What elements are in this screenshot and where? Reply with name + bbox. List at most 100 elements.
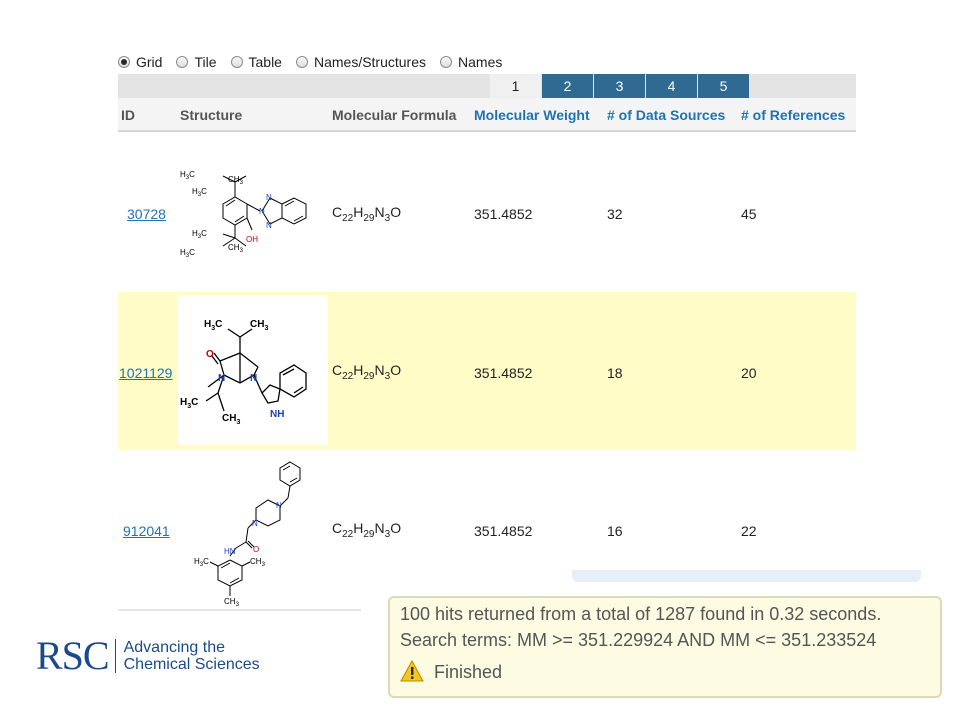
pager: 1 2 3 4 5 [118, 74, 856, 98]
references-count: 22 [741, 523, 757, 539]
svg-text:CH3: CH3 [250, 557, 266, 568]
svg-text:H3C: H3C [192, 187, 207, 198]
molecular-weight: 351.4852 [474, 206, 533, 222]
atom-label: N [259, 207, 265, 216]
atom-label: N [276, 501, 282, 510]
record-id-link[interactable]: 30728 [127, 206, 166, 222]
record-id-link[interactable]: 1021129 [119, 365, 172, 381]
view-option-label: Table [248, 54, 282, 70]
page-1-button[interactable]: 1 [490, 74, 541, 98]
svg-text:CH3: CH3 [224, 597, 240, 608]
table-bottom-border [118, 609, 361, 611]
structure-image[interactable]: N N HN O H3C CH3 CH3 [188, 456, 318, 608]
atom-label: 3 [264, 325, 268, 332]
atom-label: NH [270, 409, 284, 420]
view-option-tile[interactable]: Tile [176, 54, 217, 70]
atom-label: N [252, 519, 258, 528]
molecular-formula: C22H29N3O [332, 520, 401, 540]
atom-label: C [203, 557, 209, 566]
svg-text:H3C: H3C [194, 557, 209, 568]
structure-image[interactable]: H3C CH3 H3C H3C CH3 H3C OH N N N [178, 164, 328, 264]
atom-label: C [189, 170, 195, 179]
atom-label: O [206, 349, 214, 360]
page-4-button[interactable]: 4 [646, 74, 697, 98]
radio-names[interactable] [440, 56, 453, 68]
references-count: 20 [741, 365, 757, 381]
view-option-table[interactable]: Table [230, 54, 282, 70]
table-row: 30728 H3C CH3 H3C H3C CH3 H3C OH N N N C… [118, 134, 856, 292]
atom-label: 3 [240, 180, 244, 186]
view-options: Grid Tile Table Names/Structures Names [118, 53, 516, 71]
formula-part: O [390, 520, 402, 536]
formula-part: C [332, 362, 343, 378]
formula-part: 22 [342, 371, 354, 382]
rsc-logo-divider [114, 639, 116, 673]
header-id: ID [121, 107, 135, 123]
record-id-link[interactable]: 912041 [123, 523, 170, 539]
page-2-button[interactable]: 2 [542, 74, 593, 98]
table-row: 912041 N N HN O H3C CH3 CH3 C22H29N3O 35… [118, 450, 856, 608]
formula-part: 22 [342, 529, 354, 540]
formula-part: H [353, 362, 364, 378]
formula-part: 29 [363, 213, 375, 224]
atom-label: C [189, 248, 195, 257]
atom-label: C [191, 397, 198, 408]
rsc-tagline-2: Chemical Sciences [123, 656, 260, 673]
data-sources-count: 32 [607, 206, 623, 222]
scroll-strip[interactable] [572, 570, 921, 582]
atom-label: OH [246, 235, 258, 244]
formula-part: N [374, 520, 385, 536]
atom-label: N [250, 373, 257, 384]
data-sources-count: 16 [607, 523, 623, 539]
formula-part: 29 [363, 371, 375, 382]
molecular-formula: C22H29N3O [332, 362, 401, 382]
view-option-grid[interactable]: Grid [118, 54, 162, 70]
radio-names-structures[interactable] [295, 56, 308, 68]
view-option-label: Names [458, 54, 503, 70]
atom-label: C [201, 187, 207, 196]
header-sources-sort[interactable]: # of Data Sources [607, 107, 725, 123]
radio-grid[interactable] [118, 56, 130, 68]
atom-label: CH [228, 175, 240, 184]
rsc-logo-mark: RSC [36, 633, 110, 678]
formula-part: 22 [342, 213, 354, 224]
atom-label: 3 [236, 602, 240, 608]
header-references-sort[interactable]: # of References [741, 107, 845, 123]
formula-part: O [390, 204, 402, 220]
svg-text:H3C: H3C [180, 397, 198, 410]
atom-label: N [266, 221, 272, 230]
molecular-formula: C22H29N3O [332, 204, 401, 224]
view-option-names[interactable]: Names [440, 54, 502, 70]
page-5-button[interactable]: 5 [698, 74, 749, 98]
warning-icon [400, 660, 424, 682]
svg-text:H3C: H3C [180, 170, 195, 181]
atom-label: C [201, 229, 207, 238]
structure-image[interactable]: H3C CH3 O N N NH H3C CH3 [178, 295, 328, 445]
status-search-terms: Search terms: MM >= 351.229924 AND MM <=… [400, 630, 877, 650]
svg-text:H3C: H3C [204, 319, 222, 332]
svg-text:CH3: CH3 [250, 319, 268, 332]
view-option-label: Grid [136, 54, 163, 70]
formula-part: C [332, 204, 343, 220]
radio-table[interactable] [230, 56, 243, 68]
view-option-names-structures[interactable]: Names/Structures [295, 54, 426, 70]
atom-label: N [266, 193, 272, 202]
svg-text:CH3: CH3 [228, 175, 244, 186]
view-option-label: Tile [194, 54, 217, 70]
status-finished: Finished [434, 662, 503, 682]
rsc-logo-tagline: Advancing the Chemical Sciences [124, 639, 260, 673]
formula-part: N [374, 362, 385, 378]
atom-label: CH [222, 413, 236, 424]
atom-label: H [180, 397, 187, 408]
atom-label: CH [228, 243, 240, 252]
formula-part: C [332, 520, 343, 536]
atom-label: 3 [262, 562, 266, 568]
atom-label: N [218, 373, 225, 384]
references-count: 45 [741, 206, 757, 222]
atom-label: CH [250, 557, 262, 566]
header-weight-sort[interactable]: Molecular Weight [474, 107, 590, 123]
formula-part: 29 [363, 529, 375, 540]
page-3-button[interactable]: 3 [594, 74, 645, 98]
header-structure: Structure [180, 107, 243, 123]
radio-tile[interactable] [176, 56, 189, 68]
